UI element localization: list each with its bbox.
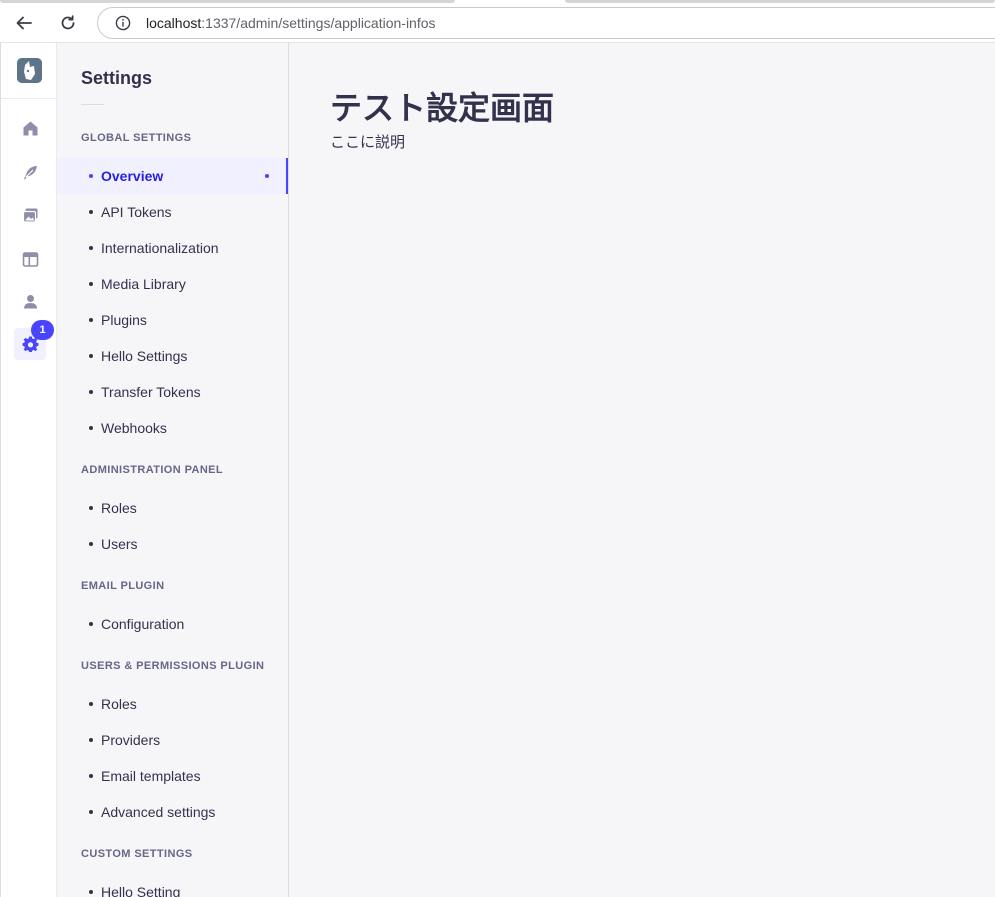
bullet-icon (89, 506, 93, 510)
home-icon (23, 121, 37, 135)
bullet-icon (89, 542, 93, 546)
notification-badge: 1 (31, 320, 54, 340)
nav-link-label: Roles (101, 500, 137, 516)
nav-link-label: Webhooks (101, 420, 167, 436)
url-path: :1337/admin/settings/application-infos (201, 15, 436, 31)
bullet-icon (89, 426, 93, 430)
section-label-email-plugin: EMAIL PLUGIN (81, 580, 165, 592)
nav-link-overview[interactable]: Overview (57, 158, 288, 194)
layout-icon (22, 251, 38, 267)
nav-link-label: Configuration (101, 616, 185, 632)
strapi-logo[interactable] (17, 58, 42, 83)
rail-item-media-library[interactable] (14, 199, 46, 231)
nav-link-internationalization[interactable]: Internationalization (57, 230, 288, 266)
bullet-icon (89, 210, 93, 214)
url-text[interactable]: localhost:1337/admin/settings/applicatio… (146, 15, 436, 31)
nav-link-media-library[interactable]: Media Library (57, 266, 288, 302)
user-icon (23, 294, 37, 308)
nav-link-label: Transfer Tokens (101, 384, 201, 400)
section-label-users-permissions: USERS & PERMISSIONS PLUGIN (81, 660, 265, 672)
browser-toolbar: localhost:1337/admin/settings/applicatio… (0, 4, 995, 43)
address-bar[interactable]: localhost:1337/admin/settings/applicatio… (97, 7, 995, 39)
nav-link-email-configuration[interactable]: Configuration (57, 606, 288, 642)
nav-link-label: Hello Setting (101, 884, 181, 897)
feather-icon (23, 165, 37, 179)
nav-link-label: Providers (101, 732, 161, 748)
section-label-global-settings: GLOBAL SETTINGS (81, 132, 192, 144)
browser-tab[interactable] (0, 0, 455, 3)
images-icon (22, 208, 37, 223)
browser-tab[interactable] (565, 0, 995, 3)
bullet-icon (89, 890, 93, 894)
bullet-icon (89, 390, 93, 394)
nav-link-webhooks[interactable]: Webhooks (57, 410, 288, 446)
nav-link-plugins[interactable]: Plugins (57, 302, 288, 338)
reload-icon (61, 15, 75, 30)
back-button[interactable] (11, 10, 37, 36)
subnav-divider (81, 104, 104, 105)
bullet-icon (89, 354, 93, 358)
logo-icon (17, 58, 42, 83)
active-indicator-icon (265, 174, 269, 178)
arrow-left-icon (16, 16, 32, 30)
bullet-icon (89, 774, 93, 778)
rail-item-content-manager[interactable] (14, 156, 46, 188)
info-icon[interactable] (115, 15, 131, 31)
bullet-icon (89, 246, 93, 250)
nav-link-label: Advanced settings (101, 804, 216, 820)
nav-link-api-tokens[interactable]: API Tokens (57, 194, 288, 230)
bullet-icon (89, 174, 93, 178)
bullet-icon (89, 738, 93, 742)
settings-subnav: Settings GLOBAL SETTINGS Overview API To… (57, 43, 289, 897)
nav-link-label: API Tokens (101, 204, 172, 220)
main-nav: 1 (0, 43, 57, 897)
bullet-icon (89, 702, 93, 706)
nav-link-label: Plugins (101, 312, 147, 328)
subnav-title: Settings (81, 68, 153, 88)
nav-link-hello-setting[interactable]: Hello Setting (57, 874, 288, 897)
bullet-icon (89, 622, 93, 626)
nav-link-up-roles[interactable]: Roles (57, 686, 288, 722)
reload-button[interactable] (55, 10, 81, 36)
rail-item-users[interactable] (14, 285, 46, 317)
nav-link-label: Media Library (101, 276, 186, 292)
page-title: テスト設定画面 (330, 89, 555, 127)
nav-link-label: Email templates (101, 768, 201, 784)
nav-link-providers[interactable]: Providers (57, 722, 288, 758)
nav-link-label: Overview (101, 168, 164, 184)
rail-divider (1, 98, 57, 99)
nav-link-label: Users (101, 536, 138, 552)
section-label-custom-settings: CUSTOM SETTINGS (81, 848, 193, 860)
bullet-icon (89, 318, 93, 322)
main-content: テスト設定画面 ここに説明 (289, 43, 995, 897)
nav-link-label: Hello Settings (101, 348, 188, 364)
rail-item-content-type-builder[interactable] (14, 243, 46, 275)
section-label-administration-panel: ADMINISTRATION PANEL (81, 464, 224, 476)
page-description: ここに説明 (330, 133, 406, 151)
bullet-icon (89, 810, 93, 814)
nav-link-advanced-settings[interactable]: Advanced settings (57, 794, 288, 830)
rail-item-home[interactable] (14, 112, 46, 144)
nav-link-admin-roles[interactable]: Roles (57, 490, 288, 526)
url-host: localhost (146, 15, 202, 31)
nav-link-label: Roles (101, 696, 137, 712)
nav-link-email-templates[interactable]: Email templates (57, 758, 288, 794)
nav-link-admin-users[interactable]: Users (57, 526, 288, 562)
nav-link-label: Internationalization (101, 240, 219, 256)
nav-link-hello-settings[interactable]: Hello Settings (57, 338, 288, 374)
bullet-icon (89, 282, 93, 286)
nav-link-transfer-tokens[interactable]: Transfer Tokens (57, 374, 288, 410)
